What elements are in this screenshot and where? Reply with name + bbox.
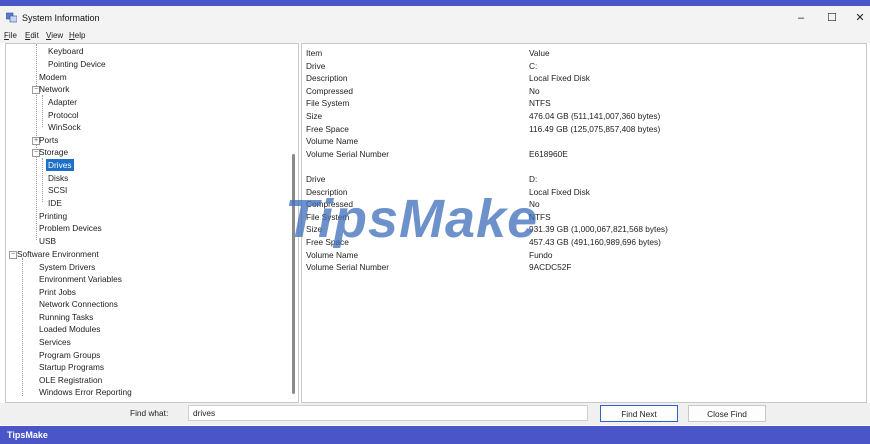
- tree-item-winsock[interactable]: WinSock: [48, 121, 81, 133]
- tree-item-ide[interactable]: IDE: [48, 197, 62, 209]
- minimize-button[interactable]: –: [784, 6, 818, 30]
- tree-item-print-jobs[interactable]: Print Jobs: [39, 286, 76, 298]
- detail-item-name[interactable]: Volume Name: [306, 249, 358, 261]
- detail-item-value[interactable]: No: [529, 85, 540, 97]
- tree-item-modem[interactable]: Modem: [39, 71, 67, 83]
- tree-guide-line: [42, 158, 43, 202]
- footer-bar: TipsMake: [0, 426, 870, 444]
- detail-item-value[interactable]: Local Fixed Disk: [529, 72, 590, 84]
- detail-item-name[interactable]: Size: [306, 110, 322, 122]
- menu-view[interactable]: View: [46, 31, 63, 40]
- column-header-value[interactable]: Value: [529, 47, 550, 59]
- find-what-label: Find what:: [130, 408, 169, 418]
- detail-item-value[interactable]: Fundo: [529, 249, 553, 261]
- collapse-toggle-icon[interactable]: −: [9, 251, 17, 259]
- tree-item-ole-registration[interactable]: OLE Registration: [39, 374, 102, 386]
- detail-item-value[interactable]: 116.49 GB (125,075,857,408 bytes): [529, 123, 660, 135]
- tree-item-usb[interactable]: USB: [39, 235, 56, 247]
- tree-item-system-drivers[interactable]: System Drivers: [39, 261, 95, 273]
- detail-item-name[interactable]: File System: [306, 97, 349, 109]
- detail-item-name[interactable]: Volume Serial Number: [306, 261, 389, 273]
- detail-item-value[interactable]: 931.39 GB (1,000,067,821,568 bytes): [529, 223, 668, 235]
- detail-item-value[interactable]: 476.04 GB (511,141,007,360 bytes): [529, 110, 660, 122]
- tree-item-disks[interactable]: Disks: [48, 172, 68, 184]
- system-information-icon: [6, 12, 17, 23]
- detail-item-value[interactable]: C:: [529, 60, 537, 72]
- tree-item-program-groups[interactable]: Program Groups: [39, 349, 100, 361]
- find-bar: Find what: Find Next Close Find: [0, 403, 870, 425]
- column-header-item[interactable]: Item: [306, 47, 322, 59]
- tree-item-network[interactable]: Network: [39, 83, 69, 95]
- watermark: TipsMake: [285, 189, 539, 249]
- tree-item-scsi[interactable]: SCSI: [48, 184, 67, 196]
- tree-item-environment-variables[interactable]: Environment Variables: [39, 273, 122, 285]
- tree-item-drives[interactable]: Drives: [46, 159, 74, 171]
- close-button[interactable]: ✕: [843, 6, 870, 30]
- tree-guide-line: [42, 95, 43, 127]
- menu-edit[interactable]: Edit: [25, 31, 39, 40]
- window-title: System Information: [22, 13, 100, 23]
- tree-item-running-tasks[interactable]: Running Tasks: [39, 311, 93, 323]
- find-next-button[interactable]: Find Next: [600, 405, 678, 422]
- tree-item-pointing-device[interactable]: Pointing Device: [48, 58, 106, 70]
- menu-file[interactable]: File: [4, 31, 17, 40]
- footer-brand: TipsMake: [7, 430, 48, 440]
- detail-item-value[interactable]: Local Fixed Disk: [529, 186, 590, 198]
- find-what-input[interactable]: [188, 405, 588, 421]
- detail-item-name[interactable]: Drive: [306, 60, 325, 72]
- detail-item-name[interactable]: Volume Name: [306, 135, 358, 147]
- detail-item-value[interactable]: 9ACDC52F: [529, 261, 571, 273]
- detail-item-value[interactable]: D:: [529, 173, 537, 185]
- category-tree[interactable]: Keyboard Pointing Device Modem − Network…: [5, 43, 299, 403]
- detail-item-name[interactable]: Compressed: [306, 85, 353, 97]
- detail-item-name[interactable]: Free Space: [306, 123, 349, 135]
- detail-item-value[interactable]: NTFS: [529, 97, 551, 109]
- detail-item-value[interactable]: 457.43 GB (491,160,989,696 bytes): [529, 236, 661, 248]
- detail-item-name[interactable]: Description: [306, 72, 348, 84]
- tree-item-ports[interactable]: Ports: [39, 134, 58, 146]
- tree-item-problem-devices[interactable]: Problem Devices: [39, 222, 102, 234]
- tree-item-adapter[interactable]: Adapter: [48, 96, 77, 108]
- tree-item-network-connections[interactable]: Network Connections: [39, 298, 118, 310]
- close-find-button[interactable]: Close Find: [688, 405, 766, 422]
- detail-item-value[interactable]: E618960E: [529, 148, 568, 160]
- tree-item-services[interactable]: Services: [39, 336, 71, 348]
- tree-item-protocol[interactable]: Protocol: [48, 109, 78, 121]
- tree-item-startup-programs[interactable]: Startup Programs: [39, 361, 104, 373]
- tree-item-keyboard[interactable]: Keyboard: [48, 45, 84, 57]
- tree-item-printing[interactable]: Printing: [39, 210, 67, 222]
- detail-item-name[interactable]: Drive: [306, 173, 325, 185]
- title-bar[interactable]: System Information – ☐ ✕: [0, 6, 870, 30]
- tree-item-loaded-modules[interactable]: Loaded Modules: [39, 323, 100, 335]
- tree-item-software-environment[interactable]: Software Environment: [17, 248, 99, 260]
- tree-item-storage[interactable]: Storage: [39, 146, 68, 158]
- menu-bar: File Edit View Help: [0, 30, 870, 43]
- menu-help[interactable]: Help: [69, 31, 85, 40]
- tree-item-windows-error-reporting[interactable]: Windows Error Reporting: [39, 386, 132, 398]
- tree-guide-line: [22, 258, 23, 396]
- detail-item-name[interactable]: Volume Serial Number: [306, 148, 389, 160]
